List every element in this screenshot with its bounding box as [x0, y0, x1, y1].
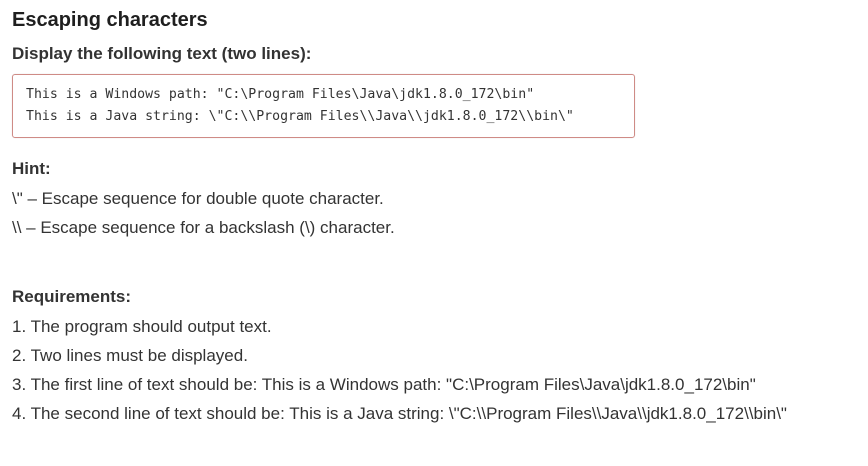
task-panel: Escaping characters Display the followin…: [12, 8, 862, 423]
requirement-item-1: 1. The program should output text.: [12, 317, 272, 336]
hint-section: Hint: \" – Escape sequence for double qu…: [12, 158, 395, 242]
hint-line-1: \" – Escape sequence for double quote ch…: [12, 189, 384, 208]
requirement-item-4: 4. The second line of text should be: Th…: [12, 404, 787, 423]
task-title: Escaping characters: [12, 9, 208, 31]
expected-output-line-1: This is a Windows path: "C:\Program File…: [26, 87, 535, 102]
requirements-heading: Requirements:: [12, 287, 132, 306]
hint-line-2: \\ – Escape sequence for a backslash (\)…: [12, 218, 395, 237]
task-subtitle: Display the following text (two lines):: [12, 44, 312, 63]
requirements-section: Requirements: 1. The program should outp…: [12, 286, 787, 428]
expected-output-box: This is a Windows path: "C:\Program File…: [12, 74, 635, 138]
requirement-item-2: 2. Two lines must be displayed.: [12, 346, 248, 365]
hint-heading: Hint:: [12, 159, 51, 178]
requirement-item-3: 3. The first line of text should be: Thi…: [12, 375, 756, 394]
expected-output-line-2: This is a Java string: \"C:\\Program Fil…: [26, 109, 574, 124]
